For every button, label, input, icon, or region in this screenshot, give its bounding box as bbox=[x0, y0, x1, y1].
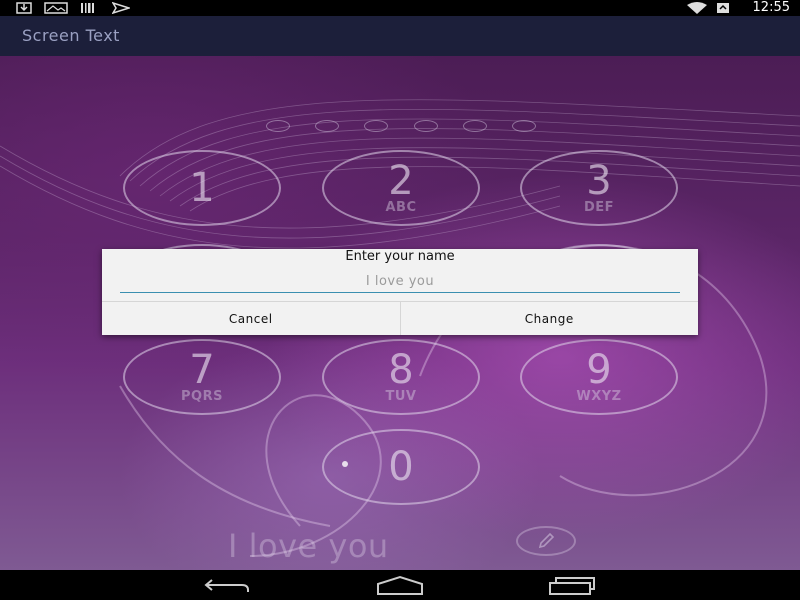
photo-icon bbox=[44, 2, 68, 14]
wifi-icon bbox=[687, 2, 707, 14]
keypad-key-9[interactable]: 9 WXYZ bbox=[520, 339, 678, 415]
keypad-key-1[interactable]: 1 bbox=[123, 150, 281, 226]
cancel-button[interactable]: Cancel bbox=[102, 302, 400, 335]
key-letters: WXYZ bbox=[576, 389, 622, 404]
keypad-key-7[interactable]: 7 PQRS bbox=[123, 339, 281, 415]
pin-dot bbox=[266, 120, 290, 132]
back-icon[interactable] bbox=[198, 574, 258, 596]
keypad-key-8[interactable]: 8 TUV bbox=[322, 339, 480, 415]
battery-icon bbox=[717, 3, 729, 13]
app-title: Screen Text bbox=[22, 26, 120, 45]
clock: 12:55 bbox=[752, 0, 790, 15]
download-icon bbox=[16, 2, 32, 14]
key-digit: 3 bbox=[586, 158, 612, 204]
key-letters: ABC bbox=[385, 200, 417, 215]
home-icon[interactable] bbox=[370, 574, 430, 596]
keypad-key-0[interactable]: 0 bbox=[322, 429, 480, 505]
keypad-key-2[interactable]: 2 ABC bbox=[322, 150, 480, 226]
pin-dot bbox=[462, 120, 487, 132]
status-bar: 12:55 bbox=[0, 0, 800, 16]
key-digit: 1 bbox=[189, 165, 215, 211]
action-bar: Screen Text bbox=[0, 16, 800, 56]
enter-name-dialog: Enter your name Cancel Change bbox=[102, 249, 698, 335]
recent-apps-icon[interactable] bbox=[542, 574, 602, 596]
key-digit: 0 bbox=[388, 444, 414, 490]
edit-text-button[interactable] bbox=[516, 526, 576, 556]
pencil-icon bbox=[538, 532, 555, 549]
navigation-bar bbox=[0, 570, 800, 600]
pin-dot bbox=[413, 120, 438, 132]
key-digit: 7 bbox=[189, 347, 215, 393]
keypad-key-3[interactable]: 3 DEF bbox=[520, 150, 678, 226]
pin-dot bbox=[315, 120, 340, 132]
name-input[interactable] bbox=[120, 271, 680, 293]
screen-text-preview: I love you bbox=[228, 527, 389, 565]
key-digit: 8 bbox=[388, 347, 414, 393]
pin-indicator bbox=[266, 120, 536, 134]
dialog-title: Enter your name bbox=[345, 249, 455, 264]
barcode-icon bbox=[81, 3, 94, 13]
dialog-button-bar: Cancel Change bbox=[102, 301, 698, 335]
key-letters: DEF bbox=[583, 200, 615, 215]
key-digit: 2 bbox=[388, 158, 414, 204]
pin-dot bbox=[364, 120, 389, 132]
send-icon bbox=[112, 2, 130, 14]
key-letters: TUV bbox=[385, 389, 417, 404]
key-digit: 9 bbox=[586, 347, 612, 393]
key-letters: PQRS bbox=[181, 389, 223, 404]
change-button[interactable]: Change bbox=[401, 302, 699, 335]
pin-dot bbox=[511, 120, 536, 132]
